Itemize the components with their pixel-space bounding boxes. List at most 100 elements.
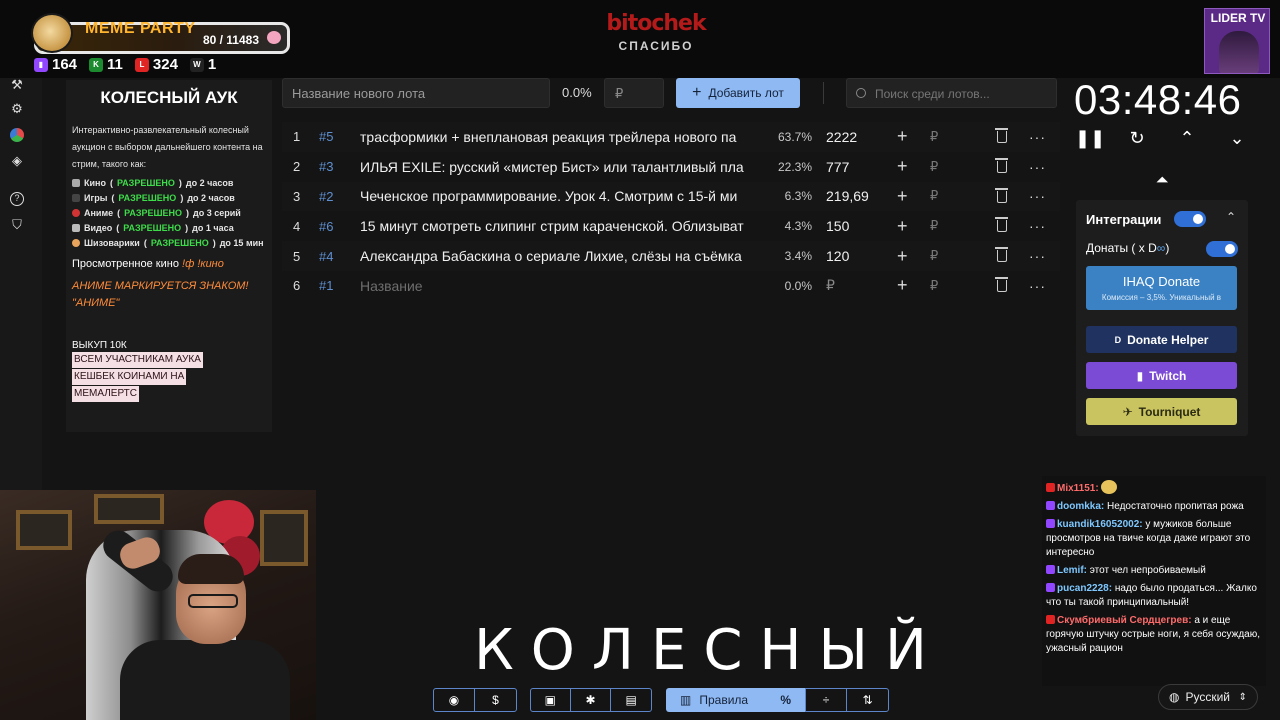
lot-name[interactable]: 15 минут смотреть слипинг стрим караченс…: [360, 218, 762, 234]
webcam-feed: [0, 490, 316, 720]
more-icon[interactable]: ···: [1029, 248, 1046, 264]
currency-input[interactable]: ₽: [930, 218, 938, 234]
layers-icon[interactable]: ◈: [10, 154, 24, 168]
rules-button[interactable]: ▥ Правила%: [666, 688, 805, 712]
lot-id: #5: [319, 129, 334, 145]
donations-toggle[interactable]: [1206, 241, 1238, 257]
bottom-toolbar-group: ▣ ✱ ▤: [530, 688, 652, 712]
trash-icon[interactable]: [995, 187, 1008, 203]
meme-party-widget: MEME PARTY 80 / 11483: [31, 13, 290, 54]
trash-icon[interactable]: [995, 128, 1008, 143]
lot-id: #3: [319, 159, 334, 175]
trash-list-icon[interactable]: ▤: [611, 689, 651, 711]
lots-table: 1 #5 трасформики + внеплановая реакция т…: [282, 122, 1060, 301]
stat-vk: L 324: [134, 56, 178, 73]
currency-input[interactable]: ₽: [930, 188, 938, 204]
lot-amount[interactable]: 120: [826, 248, 849, 264]
lot-amount[interactable]: 150: [826, 218, 849, 234]
currency-input[interactable]: ₽: [930, 159, 938, 175]
add-amount-button[interactable]: +: [897, 156, 908, 177]
add-amount-button[interactable]: +: [897, 246, 908, 267]
wall-picture: [16, 510, 72, 550]
highlight-line: ВСЕМ УЧАСТНИКАМ АУКА: [72, 352, 203, 368]
pig-icon: [267, 31, 281, 44]
currency-input[interactable]: ₽: [930, 248, 938, 264]
github-icon[interactable]: ◉: [434, 689, 475, 711]
language-select[interactable]: ◍ Русский ⇕: [1158, 684, 1258, 710]
hammer-icon[interactable]: ⚒: [10, 78, 24, 92]
wheel-icon[interactable]: [10, 128, 24, 142]
rule-item: Кино(РАЗРЕШЕНО) до 2 часов: [72, 178, 272, 188]
dollar-icon[interactable]: $: [475, 689, 516, 711]
tourniquet-icon: ✈: [1122, 404, 1133, 419]
streamer-hair: [178, 554, 244, 584]
chat-message: kuandik16052002: у мужиков больше просмо…: [1046, 519, 1251, 558]
donate-helper-icon: D: [1114, 334, 1122, 345]
lot-search-input[interactable]: Поиск среди лотов...: [846, 78, 1057, 108]
lot-name[interactable]: трасформики + внеплановая реакция трейле…: [360, 129, 762, 145]
streamer-body: [120, 640, 290, 720]
shield-icon[interactable]: ⛉: [10, 218, 24, 232]
lot-rank: 6: [293, 278, 301, 294]
trash-icon[interactable]: [995, 276, 1008, 292]
more-icon[interactable]: ···: [1029, 188, 1046, 204]
lot-amount[interactable]: 2222: [826, 129, 857, 145]
add-lot-button[interactable]: + Добавить лот: [676, 78, 800, 108]
currency-input[interactable]: ₽: [930, 278, 938, 294]
trash-icon[interactable]: [995, 157, 1008, 173]
lot-name[interactable]: Чеченское программирование. Урок 4. Смот…: [360, 188, 762, 204]
stat-w: W1: [189, 56, 216, 73]
chevron-up-icon[interactable]: ⌃: [1226, 210, 1236, 224]
chevron-down-icon[interactable]: ⌄: [1225, 126, 1249, 150]
w-icon: W: [189, 57, 204, 72]
ihaq-donate-button[interactable]: IHAQ Donate Комиссия – 3,5%. Уникальный …: [1086, 266, 1237, 310]
table-row: 4 #6 15 минут смотреть слипинг стрим кар…: [282, 211, 1060, 241]
gamepad-icon: [72, 194, 80, 202]
help-icon[interactable]: ?: [10, 192, 24, 206]
lot-name[interactable]: ИЛЬЯ EXILE: русский «мистер Бист» или та…: [360, 159, 762, 175]
window-icon[interactable]: ▣: [531, 689, 571, 711]
add-amount-button[interactable]: +: [897, 126, 908, 147]
more-icon[interactable]: ···: [1029, 218, 1046, 234]
more-icon[interactable]: ···: [1029, 278, 1046, 294]
wall-picture: [260, 510, 308, 566]
lot-name[interactable]: Название: [360, 278, 762, 294]
meme-party-count: 80 / 11483: [202, 33, 259, 47]
bug-icon[interactable]: ✱: [571, 689, 612, 711]
lot-amount[interactable]: 219,69: [826, 188, 869, 204]
more-icon[interactable]: ···: [1029, 129, 1046, 145]
twitch-button[interactable]: ▮ Twitch: [1086, 362, 1237, 389]
sort-icon[interactable]: ⇅: [847, 689, 888, 711]
collapse-icon[interactable]: ⏶: [1152, 172, 1172, 189]
movie-command-line: Просмотренное кино !ф !кино: [72, 258, 224, 270]
lot-percent: 63.7%: [777, 129, 812, 144]
lot-name[interactable]: Александра Бабаскина о сериале Лихие, сл…: [360, 248, 762, 264]
restart-icon[interactable]: ↻: [1125, 126, 1149, 150]
logo-subtitle: СПАСИБО: [618, 39, 694, 53]
more-icon[interactable]: ···: [1029, 159, 1046, 175]
lot-rank: 3: [293, 188, 301, 204]
trash-icon[interactable]: [995, 217, 1008, 233]
donate-helper-button[interactable]: D Donate Helper: [1086, 326, 1237, 353]
chevron-up-icon[interactable]: ⌃: [1175, 126, 1199, 150]
glasses: [188, 594, 238, 608]
lot-amount[interactable]: 777: [826, 159, 849, 175]
book-icon: ▥: [680, 693, 692, 707]
percent-icon[interactable]: %: [780, 693, 791, 707]
pause-icon[interactable]: ❚❚: [1075, 126, 1105, 150]
new-lot-amount-input[interactable]: ₽: [604, 78, 664, 108]
add-amount-button[interactable]: +: [897, 186, 908, 207]
trash-icon[interactable]: [995, 247, 1008, 263]
auction-info-panel: КОЛЕСНЫЙ АУК Интерактивно-развлекательны…: [66, 80, 272, 432]
currency-input[interactable]: ₽: [930, 129, 938, 145]
lot-amount[interactable]: ₽: [826, 277, 835, 294]
split-icon[interactable]: ÷: [806, 689, 847, 711]
integrations-toggle[interactable]: [1174, 211, 1206, 227]
new-lot-name-input[interactable]: Название нового лота: [282, 78, 550, 108]
twitch-icon: ▮: [34, 57, 48, 72]
lot-rank: 5: [293, 248, 301, 264]
gear-icon[interactable]: ⚙: [10, 102, 24, 116]
add-amount-button[interactable]: +: [897, 216, 908, 237]
add-amount-button[interactable]: +: [897, 275, 908, 296]
tourniquet-button[interactable]: ✈ Tourniquet: [1086, 398, 1237, 425]
